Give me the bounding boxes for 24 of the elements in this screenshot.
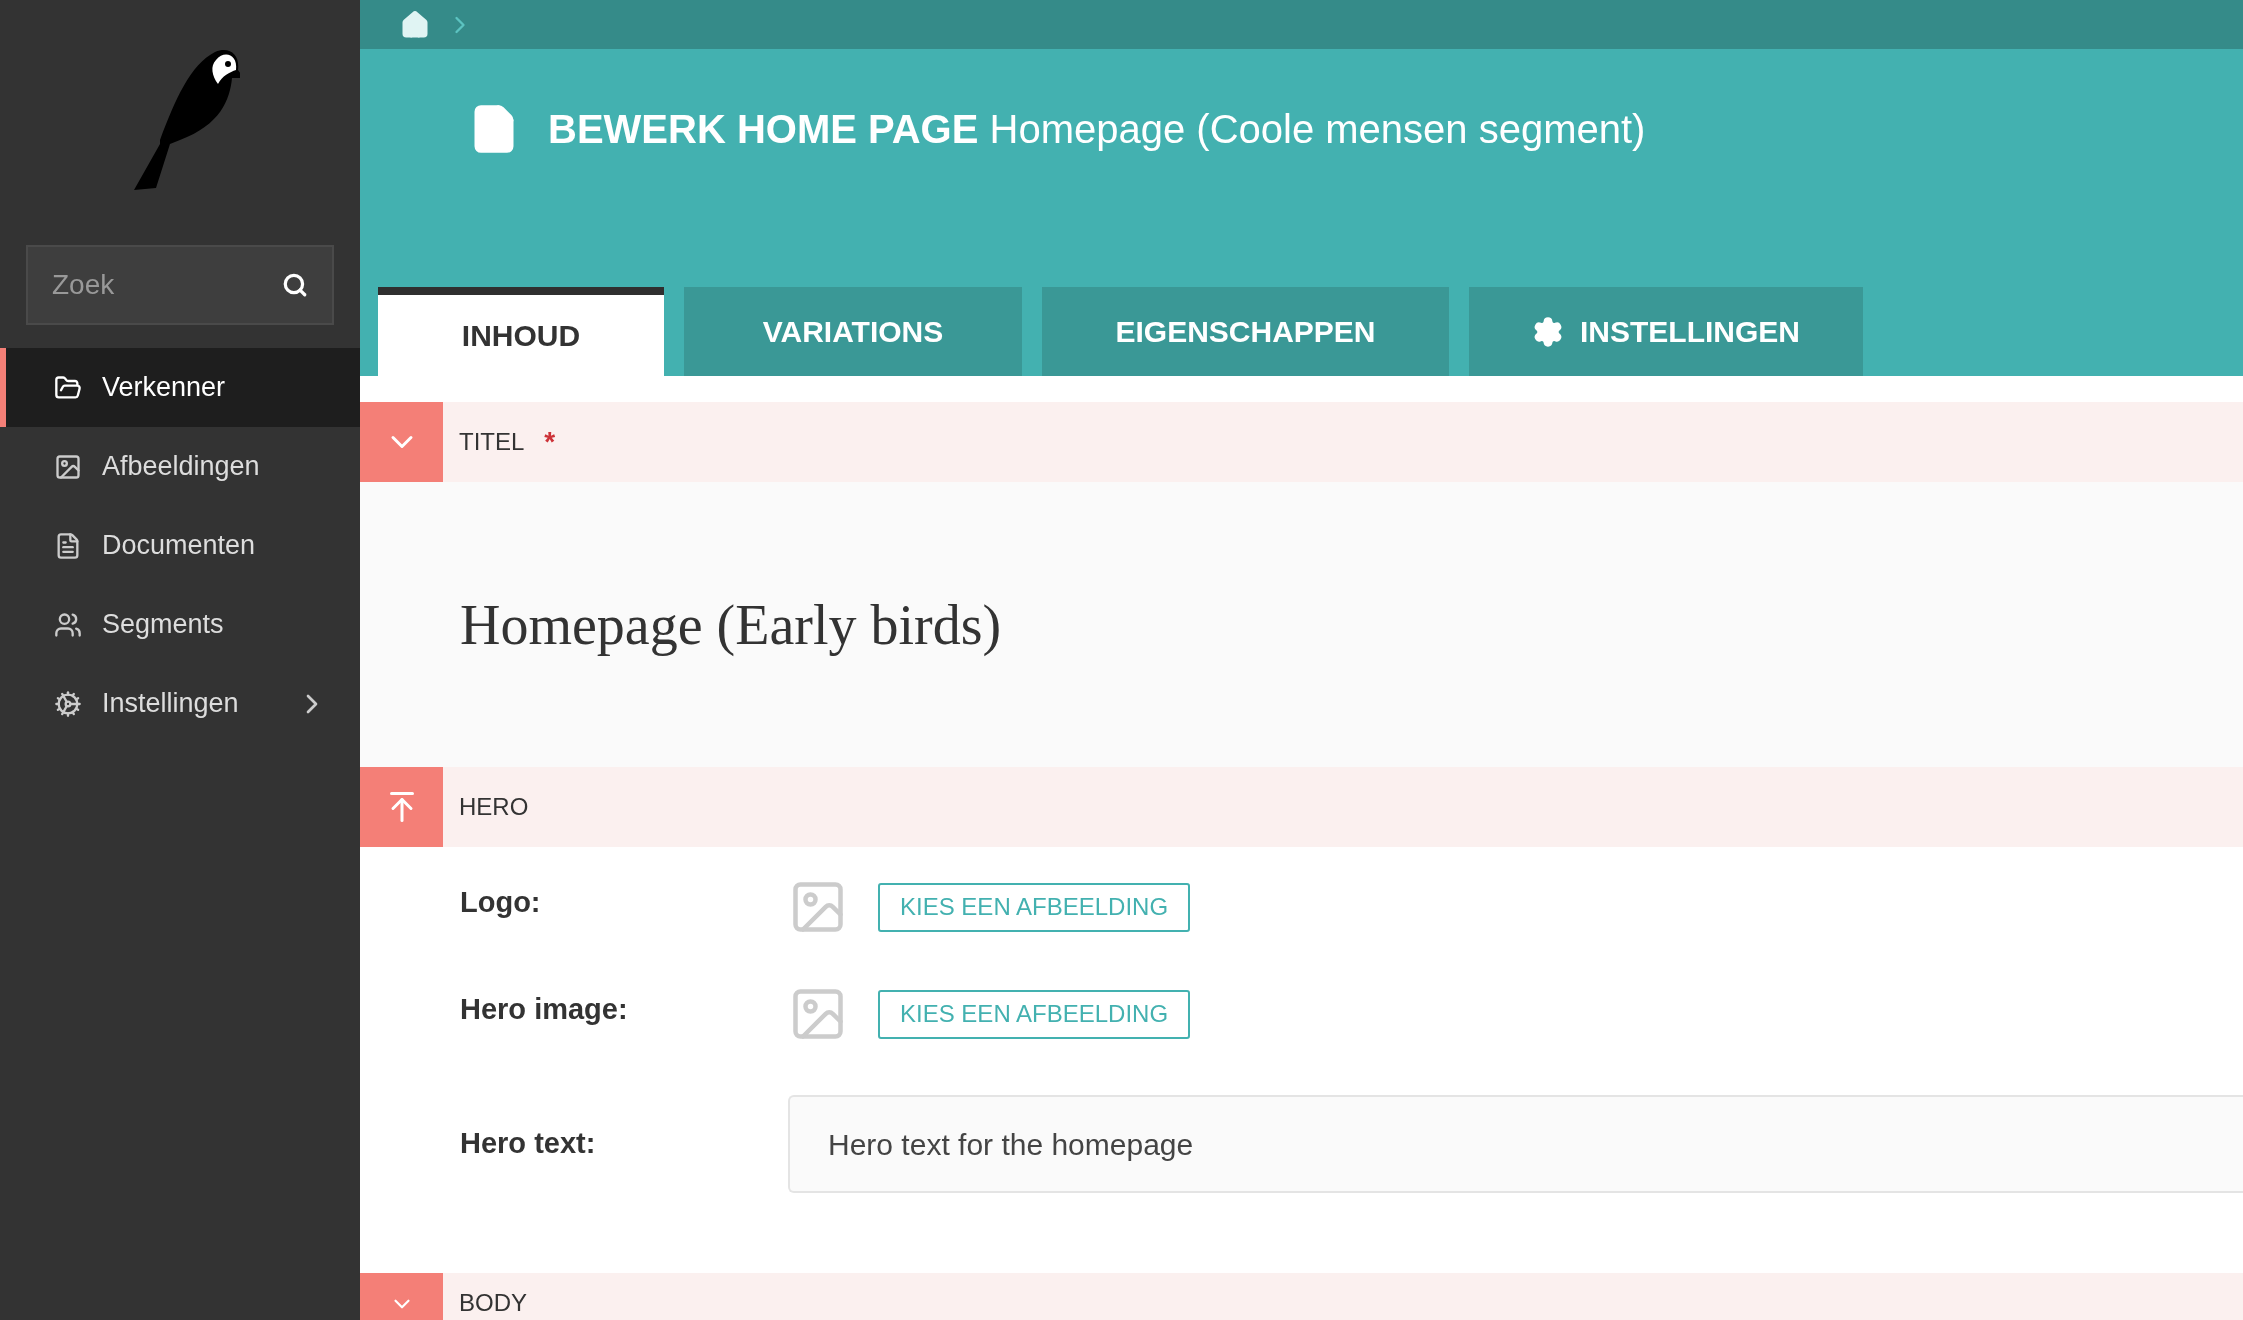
nav-item[interactable]: Documenten	[0, 506, 360, 585]
page-title: BEWERK HOME PAGE Homepage (Coole mensen segment)	[548, 106, 1646, 153]
group-icon	[54, 610, 82, 639]
nav-item[interactable]: Afbeeldingen	[0, 427, 360, 506]
title-value[interactable]: Homepage (Early birds)	[460, 582, 1002, 667]
search-field[interactable]: Zoek	[26, 245, 334, 325]
nav-item[interactable]: Verkenner	[0, 348, 360, 427]
field-label: Hero text:	[460, 1126, 597, 1162]
move-up-button[interactable]	[360, 767, 443, 847]
gears-icon	[54, 689, 82, 718]
hero-text-field[interactable]: Hero text for the homepage	[788, 1095, 2243, 1193]
section-label: HERO	[459, 792, 529, 822]
section-label: BODY	[459, 1288, 527, 1318]
home-icon[interactable]	[400, 9, 430, 40]
search-icon[interactable]	[282, 272, 308, 298]
tab[interactable]: INHOUD	[378, 287, 664, 376]
field-label: Hero image:	[460, 992, 629, 1027]
field-label: Logo:	[460, 885, 542, 920]
settings-icon	[1532, 315, 1564, 348]
nav-item[interactable]: Segments	[0, 585, 360, 664]
section-label: TITEL	[459, 427, 525, 457]
nav-item[interactable]: Instellingen	[0, 664, 360, 743]
required-mark: *	[544, 425, 556, 459]
image-icon	[54, 452, 82, 481]
